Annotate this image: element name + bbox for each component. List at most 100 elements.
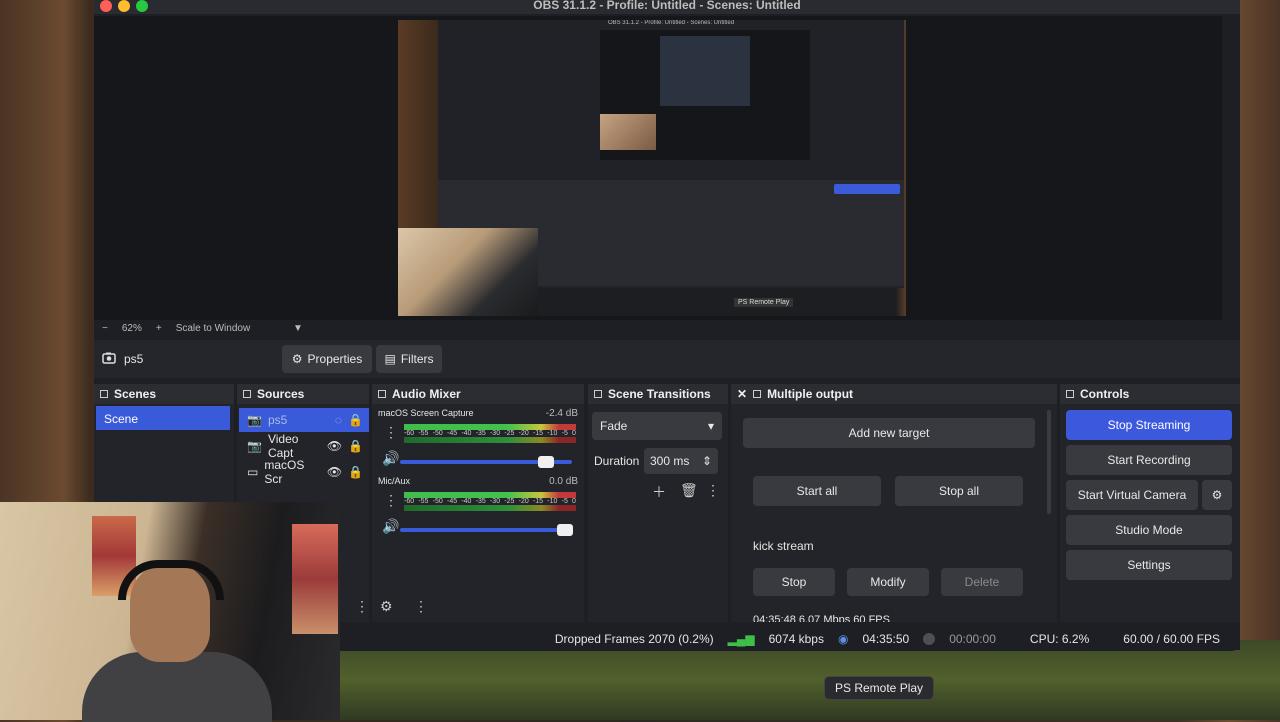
meter-level (404, 505, 576, 511)
scene-transitions-title: Scene Transitions (608, 387, 711, 401)
add-transition-icon[interactable]: ＋ (652, 482, 666, 502)
studio-mode-button[interactable]: Studio Mode (1066, 515, 1232, 545)
channel-menu-icon[interactable]: ⋮ (384, 424, 398, 441)
channel-name: Mic/Aux (378, 476, 411, 486)
transition-menu-icon[interactable]: ⋮ (706, 482, 720, 499)
scenes-title: Scenes (114, 387, 157, 401)
volume-meter: -60 -55 -50 -45 -40 -35 -30 -25 -20 -15 -10 -5 0 (404, 424, 576, 446)
controls-title: Controls (1080, 387, 1130, 401)
start-recording-button[interactable]: Start Recording (1066, 445, 1232, 475)
target-stats: 04:35:48 6.07 Mbps 60 FPS (753, 614, 890, 622)
properties-button[interactable]: ⚙ Properties (282, 345, 372, 373)
audio-mixer-title: Audio Mixer (392, 387, 461, 401)
meter-scale: -60 -55 -50 -45 -40 -35 -30 -25 -20 -15 -10 -5 0 (404, 430, 576, 437)
nested-webcam (600, 114, 656, 150)
source-label: macOS Scr (264, 458, 305, 486)
preview-canvas[interactable]: OBS 31.1.2 - Profile: Untitled - Scenes:… (398, 20, 906, 316)
preview-webcam (398, 228, 538, 316)
source-label: ps5 (267, 413, 288, 427)
source-row-video-capture[interactable]: 📷 Video Capt 👁 🔒 (239, 432, 369, 460)
dock-icon (753, 390, 762, 398)
nested-stop-streaming (834, 184, 900, 194)
close-window-button[interactable] (100, 0, 112, 12)
transition-select[interactable]: Fade ▾ (592, 412, 722, 440)
target-delete-button[interactable]: Delete (941, 568, 1023, 596)
camera-icon (102, 352, 116, 367)
start-all-button[interactable]: Start all (753, 476, 881, 506)
zoom-in-button[interactable]: + (156, 323, 162, 334)
target-modify-button[interactable]: Modify (847, 568, 929, 596)
add-new-target-button[interactable]: Add new target (743, 418, 1035, 448)
fader-knob[interactable] (556, 524, 573, 536)
eye-icon[interactable]: 👁 (327, 465, 342, 479)
scale-mode-label: Scale to Window (175, 322, 251, 334)
record-time: 00:00:00 (949, 632, 996, 646)
eye-hidden-icon[interactable]: ◌ (335, 413, 342, 427)
stop-all-button[interactable]: Stop all (895, 476, 1023, 506)
minimize-window-button[interactable] (118, 0, 130, 12)
source-row-ps5[interactable]: 📷 ps5 ◌ 🔒 (239, 408, 369, 432)
virtual-camera-gear-icon[interactable]: ⚙ (1202, 480, 1232, 510)
duration-label: Duration (594, 454, 640, 468)
source-row-macos-screen[interactable]: ▭ macOS Scr 👁 🔒 (239, 458, 369, 486)
zoom-window-button[interactable] (136, 0, 148, 12)
source-label: Video Capt (267, 432, 299, 460)
stop-streaming-button[interactable]: Stop Streaming (1066, 410, 1232, 440)
multiple-output-title: Multiple output (767, 387, 854, 401)
dock-icon (378, 390, 386, 398)
status-bar: Dropped Frames 2070 (0.2%) ▂▄▆ 6074 kbps… (340, 628, 1240, 650)
dock-tooltip: PS Remote Play (824, 676, 935, 700)
mixer-settings-icon[interactable]: ⚙ (380, 598, 393, 615)
stepper-icon[interactable]: ⇕ (702, 454, 712, 468)
speaker-icon[interactable]: 🔊 (382, 450, 399, 467)
duration-spinbox[interactable]: 300 ms ⇕ (644, 448, 718, 474)
volume-fader[interactable] (400, 524, 573, 536)
dropped-frames: Dropped Frames 2070 (0.2%) (554, 632, 714, 646)
lock-icon[interactable]: 🔒 (348, 465, 363, 479)
start-virtual-camera-button[interactable]: Start Virtual Camera (1066, 480, 1198, 510)
speaker-icon[interactable]: 🔊 (382, 518, 399, 535)
mixer-menu-icon[interactable]: ⋮ (414, 598, 428, 615)
filters-button[interactable]: ▤ Filters (376, 345, 442, 373)
zoom-level: 62% (121, 322, 142, 334)
webcam-overlay (0, 502, 340, 722)
eye-icon[interactable]: 👁 (327, 439, 342, 453)
scrollbar[interactable] (1047, 410, 1051, 514)
window-title: OBS 31.1.2 - Profile: Untitled - Scenes:… (533, 0, 801, 12)
settings-button[interactable]: Settings (1066, 550, 1232, 580)
record-status-icon (923, 633, 936, 645)
camera-icon: 📷 (247, 439, 262, 453)
fader-knob[interactable] (537, 456, 554, 468)
chevron-down-icon: ▾ (707, 419, 714, 433)
scene-item[interactable]: Scene (96, 406, 230, 430)
stream-time: 04:35:50 (862, 632, 910, 646)
fps-readout: 60.00 / 60.00 FPS (1123, 632, 1220, 646)
close-icon[interactable]: ✕ (737, 387, 747, 401)
scale-mode-select[interactable]: Scale to Window ▼ (176, 323, 303, 334)
gear-icon: ⚙ (291, 352, 303, 366)
sources-menu-icon[interactable]: ⋮ (355, 598, 369, 615)
audio-mixer-dock: Audio Mixer macOS Screen Capture -2.4 dB… (372, 384, 584, 622)
target-name: kick stream (753, 539, 814, 553)
nested-preview-inner (660, 36, 750, 106)
cpu-usage: CPU: 6.2% (1029, 632, 1090, 646)
transition-type: Fade (600, 419, 628, 433)
audio-mixer-header: Audio Mixer (372, 384, 584, 404)
channel-menu-icon[interactable]: ⋮ (384, 492, 398, 509)
mixer-channel: macOS Screen Capture -2.4 dB ⋮ -60 -55 -50… (378, 408, 578, 468)
lock-icon[interactable]: 🔒 (348, 439, 363, 453)
camera-icon: 📷 (247, 413, 262, 427)
zoom-bar: − 62% + Scale to Window ▼ (94, 320, 1222, 336)
controls-header: Controls (1060, 384, 1240, 404)
chevron-down-icon: ▼ (292, 322, 303, 334)
zoom-out-button[interactable]: − (102, 323, 108, 334)
target-stop-button[interactable]: Stop (753, 568, 835, 596)
volume-fader[interactable] (400, 456, 572, 468)
sources-header: Sources (237, 384, 369, 404)
filter-icon: ▤ (384, 352, 396, 366)
nested-window-title: OBS 31.1.2 - Profile: Untitled - Scenes:… (607, 20, 735, 26)
stream-status-icon: ◉ (837, 632, 849, 646)
lock-icon[interactable]: 🔒 (348, 413, 363, 427)
trash-icon[interactable]: 🗑 (680, 482, 698, 499)
filters-label: Filters (400, 352, 434, 366)
